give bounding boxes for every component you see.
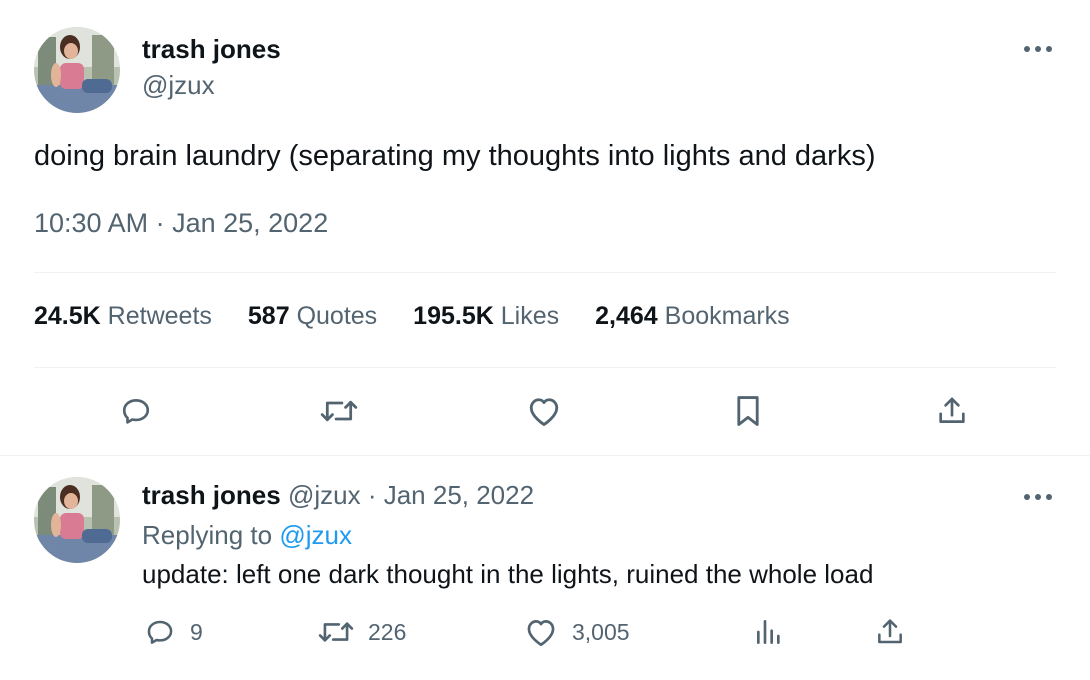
- reply-tweet[interactable]: trash jones @jzux · Jan 25, 2022 Replyin…: [0, 456, 1090, 680]
- share-icon: [878, 619, 902, 644]
- replying-to: Replying to @jzux: [142, 520, 352, 551]
- mention-link[interactable]: @jzux: [279, 520, 352, 550]
- share-button[interactable]: [928, 390, 976, 432]
- reply-button[interactable]: 9: [144, 616, 203, 648]
- reply-icon: [147, 620, 173, 644]
- more-options-button[interactable]: [1018, 34, 1058, 64]
- like-count: 3,005: [572, 618, 630, 645]
- retweet-icon: [318, 622, 354, 642]
- views-button[interactable]: [754, 616, 784, 648]
- stat-bookmarks[interactable]: 2,464 Bookmarks: [595, 302, 790, 331]
- more-icon: [1024, 494, 1052, 500]
- more-options-button[interactable]: [1018, 482, 1058, 512]
- retweet-count: 226: [368, 618, 407, 645]
- reply-text: update: left one dark thought in the lig…: [142, 559, 874, 589]
- retweet-button[interactable]: 226: [318, 616, 406, 648]
- author-handle[interactable]: @jzux: [288, 480, 361, 510]
- tweet-text: doing brain laundry (separating my thoug…: [34, 140, 876, 172]
- main-tweet: trash jones @jzux doing brain laundry (s…: [0, 0, 1090, 456]
- replying-prefix: Replying to: [142, 520, 273, 550]
- like-button[interactable]: 3,005: [524, 616, 630, 648]
- views-icon: [757, 620, 780, 644]
- reply-count: 9: [190, 618, 203, 645]
- reply-icon: [122, 399, 150, 424]
- retweet-button[interactable]: [315, 390, 363, 432]
- avatar[interactable]: [34, 27, 120, 113]
- retweet-icon: [320, 400, 358, 422]
- divider: [34, 367, 1056, 368]
- engagement-stats: 24.5K Retweets 587 Quotes 195.5K Likes 2…: [34, 302, 790, 331]
- reply-date[interactable]: · Jan 25, 2022: [368, 480, 534, 510]
- tweet-timestamp[interactable]: 10:30 AM · Jan 25, 2022: [34, 208, 328, 239]
- like-button[interactable]: [520, 390, 568, 432]
- reply-header: trash jones @jzux · Jan 25, 2022: [142, 480, 534, 511]
- author-name[interactable]: trash jones: [142, 34, 281, 65]
- stat-likes[interactable]: 195.5K Likes: [413, 302, 559, 331]
- bookmark-icon: [737, 396, 759, 426]
- stat-retweets[interactable]: 24.5K Retweets: [34, 302, 212, 331]
- divider: [34, 272, 1056, 273]
- avatar[interactable]: [34, 477, 120, 563]
- reply-button[interactable]: [112, 390, 160, 432]
- author-name[interactable]: trash jones: [142, 480, 281, 510]
- author-handle[interactable]: @jzux: [142, 70, 215, 101]
- share-icon: [939, 397, 965, 423]
- like-icon: [529, 398, 559, 426]
- stat-quotes[interactable]: 587 Quotes: [248, 302, 377, 331]
- like-icon: [527, 620, 555, 647]
- more-icon: [1024, 46, 1052, 52]
- bookmark-button[interactable]: [724, 390, 772, 432]
- share-button[interactable]: [874, 616, 906, 648]
